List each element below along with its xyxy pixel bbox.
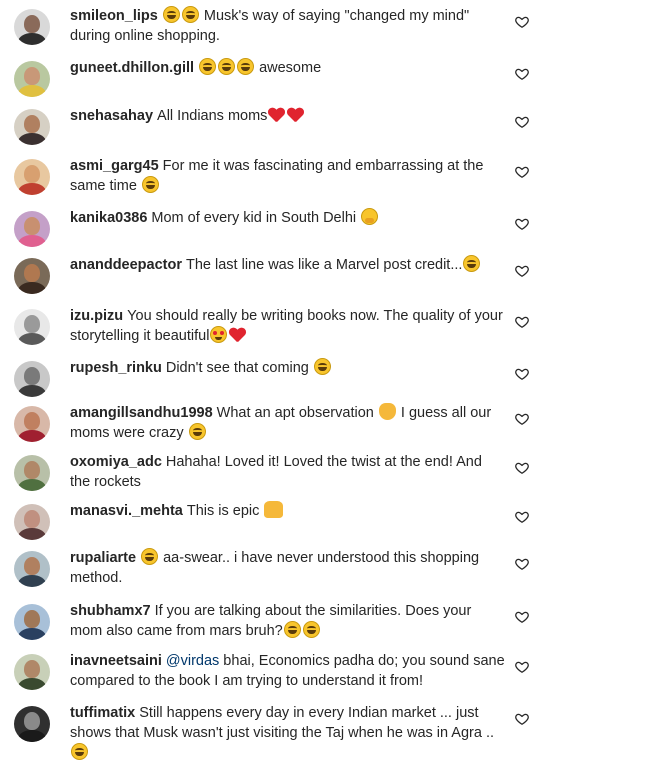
avatar[interactable] (14, 455, 50, 491)
laughing-emoji (71, 743, 88, 760)
comment-text: asmi_garg45 For me it was fascinating and… (70, 156, 506, 196)
heart-emoji (287, 107, 304, 123)
comment-username[interactable]: kanika0386 (70, 210, 147, 226)
comment-body: Mom of every kid in South Delhi (151, 210, 361, 226)
like-heart-icon[interactable] (515, 461, 529, 475)
like-heart-icon[interactable] (515, 367, 529, 381)
comment-text: snehasahay All Indians moms (70, 106, 506, 126)
comment-text: izu.pizu You should really be writing boo… (70, 306, 506, 346)
comment-username[interactable]: snehasahay (70, 108, 153, 124)
raising-hands-emoji (264, 501, 284, 518)
avatar[interactable] (14, 406, 50, 442)
comment-body: All Indians moms (157, 108, 268, 124)
avatar[interactable] (14, 706, 50, 742)
laughing-emoji (283, 621, 301, 638)
avatar[interactable] (14, 551, 50, 587)
comment-username[interactable]: asmi_garg45 (70, 158, 159, 174)
like-heart-icon[interactable] (515, 610, 529, 624)
comment-text: manasvi._mehta This is epic (70, 501, 506, 521)
clapping-emoji (378, 403, 396, 420)
laughing-emoji (141, 176, 159, 193)
avatar[interactable] (14, 9, 50, 45)
comment-text: ananddeepactor The last line was like a M… (70, 255, 506, 275)
mention-link[interactable]: @virdas (166, 653, 219, 669)
comment-body: You should really be writing books now. … (70, 308, 503, 344)
comment-username[interactable]: tuffimatix (70, 705, 135, 721)
comment-username[interactable]: ananddeepactor (70, 257, 182, 273)
avatar[interactable] (14, 309, 50, 345)
laughing-emoji (188, 423, 206, 440)
heart-eyes-emoji (210, 326, 228, 343)
comment-body: The last line was like a Marvel post cre… (186, 257, 463, 273)
like-heart-icon[interactable] (515, 315, 529, 329)
like-heart-icon[interactable] (515, 115, 529, 129)
comment-username[interactable]: shubhamx7 (70, 603, 151, 619)
comment-username[interactable]: inavneetsaini (70, 653, 162, 669)
comment-text: rupaliarte aa-swear.. i have never under… (70, 548, 506, 588)
comment-username[interactable]: rupesh_rinku (70, 360, 162, 376)
comment-text: shubhamx7 If you are talking about the si… (70, 601, 506, 641)
comment-text: smileon_lips Musk's way of saying "chang… (70, 6, 506, 46)
laughing-emoji (237, 58, 255, 75)
hugging-emoji (361, 208, 379, 225)
avatar[interactable] (14, 109, 50, 145)
comment-text: inavneetsaini @virdas bhai, Economics pad… (70, 651, 506, 691)
avatar[interactable] (14, 211, 50, 247)
like-heart-icon[interactable] (515, 412, 529, 426)
heart-emoji (229, 327, 246, 343)
laughing-emoji (181, 6, 199, 23)
avatar[interactable] (14, 159, 50, 195)
avatar[interactable] (14, 654, 50, 690)
laughing-emoji (199, 58, 217, 75)
comment-text: guneet.dhillon.gill awesome (70, 58, 506, 78)
laughing-emoji (141, 548, 159, 565)
laughing-emoji (463, 255, 481, 272)
comment-username[interactable]: amangillsandhu1998 (70, 405, 213, 421)
comment-username[interactable]: rupaliarte (70, 550, 136, 566)
avatar[interactable] (14, 258, 50, 294)
comment-text: oxomiya_adc Hahaha! Loved it! Loved the t… (70, 452, 506, 492)
comment-username[interactable]: guneet.dhillon.gill (70, 60, 194, 76)
comment-text: tuffimatix Still happens every day in eve… (70, 703, 506, 763)
avatar[interactable] (14, 604, 50, 640)
like-heart-icon[interactable] (515, 510, 529, 524)
comment-text: rupesh_rinku Didn't see that coming (70, 358, 506, 378)
like-heart-icon[interactable] (515, 15, 529, 29)
like-heart-icon[interactable] (515, 660, 529, 674)
laughing-emoji (302, 621, 320, 638)
like-heart-icon[interactable] (515, 67, 529, 81)
like-heart-icon[interactable] (515, 264, 529, 278)
comment-text: kanika0386 Mom of every kid in South Delh… (70, 208, 506, 228)
like-heart-icon[interactable] (515, 217, 529, 231)
comment-username[interactable]: smileon_lips (70, 8, 158, 24)
comment-username[interactable]: manasvi._mehta (70, 503, 183, 519)
comment-text: amangillsandhu1998 What an apt observatio… (70, 403, 506, 443)
like-heart-icon[interactable] (515, 557, 529, 571)
laughing-emoji (218, 58, 236, 75)
laughing-emoji (313, 358, 331, 375)
comment-body: This is epic (186, 503, 264, 519)
comment-body: Didn't see that coming (165, 360, 313, 376)
laughing-emoji (162, 6, 180, 23)
like-heart-icon[interactable] (515, 712, 529, 726)
avatar[interactable] (14, 361, 50, 397)
comment-body: awesome (255, 60, 322, 76)
avatar[interactable] (14, 61, 50, 97)
heart-emoji (268, 107, 285, 123)
avatar[interactable] (14, 504, 50, 540)
comment-username[interactable]: oxomiya_adc (70, 454, 162, 470)
comment-username[interactable]: izu.pizu (70, 308, 123, 324)
comment-body: What an apt observation (216, 405, 378, 421)
like-heart-icon[interactable] (515, 165, 529, 179)
